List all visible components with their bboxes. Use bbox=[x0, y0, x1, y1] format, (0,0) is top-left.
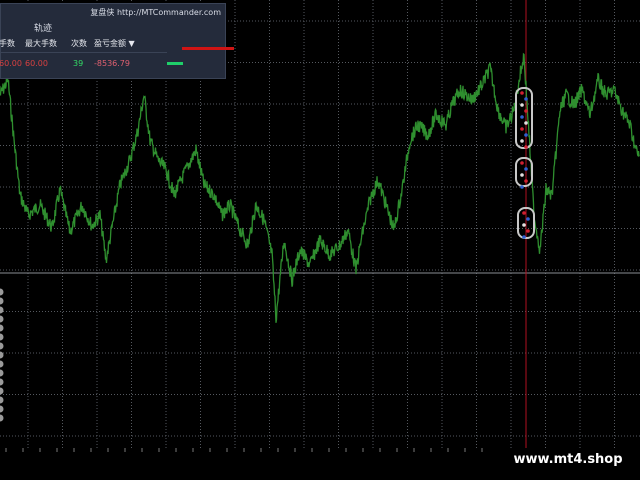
history-marker bbox=[0, 342, 4, 350]
trade-dot bbox=[522, 223, 526, 227]
trade-dot bbox=[522, 235, 526, 239]
col-pnl-label[interactable]: 盈亏金额 ▼ bbox=[94, 38, 135, 49]
history-marker bbox=[0, 405, 4, 413]
trade-dot bbox=[524, 121, 528, 125]
trade-markers bbox=[515, 87, 535, 239]
trade-dot bbox=[520, 115, 524, 119]
history-marker bbox=[0, 306, 4, 314]
history-marker bbox=[0, 315, 4, 323]
trade-dot bbox=[524, 145, 528, 149]
trade-dot bbox=[524, 167, 528, 171]
col-max-lots-value: 60.00 bbox=[25, 59, 48, 68]
history-marker bbox=[0, 324, 4, 332]
watermark: www.mt4.shop bbox=[496, 448, 640, 471]
col-lots-label: 手数 bbox=[0, 39, 15, 48]
trade-dot bbox=[520, 185, 524, 189]
trade-dot bbox=[520, 173, 524, 177]
trade-dot bbox=[520, 91, 524, 95]
history-marker bbox=[0, 288, 4, 296]
history-marker bbox=[0, 387, 4, 395]
lot-size-bar bbox=[182, 47, 234, 50]
trade-dot bbox=[524, 179, 528, 183]
time-axis bbox=[5, 448, 500, 452]
left-edge-markers bbox=[0, 288, 4, 422]
price-line bbox=[0, 52, 640, 323]
brand-link[interactable]: 复盘侠 http://MTCommander.com bbox=[90, 7, 221, 18]
history-marker bbox=[0, 378, 4, 386]
trade-dot bbox=[522, 211, 526, 215]
panel-separator bbox=[1, 52, 167, 53]
history-marker bbox=[0, 414, 4, 422]
trade-dot bbox=[526, 229, 530, 233]
panel-header: 复盘侠 http://MTCommander.com bbox=[1, 4, 225, 20]
trade-cluster[interactable] bbox=[515, 157, 533, 187]
panel-title: 轨迹 bbox=[34, 24, 53, 34]
trade-dot bbox=[524, 133, 528, 137]
history-marker bbox=[0, 297, 4, 305]
col-lots-value: 60.00 bbox=[0, 59, 22, 68]
trade-dot bbox=[526, 217, 530, 221]
trade-dot bbox=[520, 139, 524, 143]
trade-dot bbox=[520, 161, 524, 165]
trade-dot bbox=[524, 109, 528, 113]
history-marker bbox=[0, 333, 4, 341]
trade-dot bbox=[520, 103, 524, 107]
history-marker bbox=[0, 396, 4, 404]
position-indicator bbox=[167, 62, 183, 65]
col-max-lots-label: 最大手数 bbox=[25, 39, 57, 48]
trade-stats-panel: 复盘侠 http://MTCommander.com 轨迹 手数 最大手数 次数… bbox=[0, 3, 226, 79]
col-pnl-value: -8536.79 bbox=[94, 59, 130, 68]
history-marker bbox=[0, 360, 4, 368]
history-marker bbox=[0, 351, 4, 359]
col-count-value: 39 bbox=[73, 59, 84, 68]
history-marker bbox=[0, 369, 4, 377]
trade-dot bbox=[520, 127, 524, 131]
col-count-label: 次数 bbox=[71, 39, 87, 48]
trade-dot bbox=[524, 97, 528, 101]
